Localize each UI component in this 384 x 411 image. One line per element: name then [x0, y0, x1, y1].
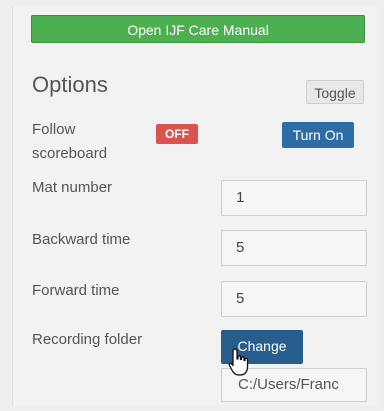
open-manual-button[interactable]: Open IJF Care Manual — [31, 15, 365, 43]
hand-pointer-icon — [228, 348, 249, 376]
options-title: Options — [32, 72, 108, 97]
turn-on-button[interactable]: Turn On — [282, 122, 354, 148]
toggle-button[interactable]: Toggle — [306, 80, 364, 104]
follow-scoreboard-label: Follow scoreboard — [32, 121, 108, 162]
recording-folder-label: Recording folder — [32, 331, 143, 348]
forward-time-input[interactable]: 5 — [221, 281, 367, 317]
status-badge: OFF — [156, 124, 198, 144]
backward-time-label: Backward time — [32, 231, 131, 248]
mat-number-input[interactable]: 1 — [221, 180, 367, 216]
backward-time-input[interactable]: 5 — [221, 230, 367, 266]
mat-number-label: Mat number — [32, 179, 113, 196]
forward-time-label: Forward time — [32, 282, 120, 299]
